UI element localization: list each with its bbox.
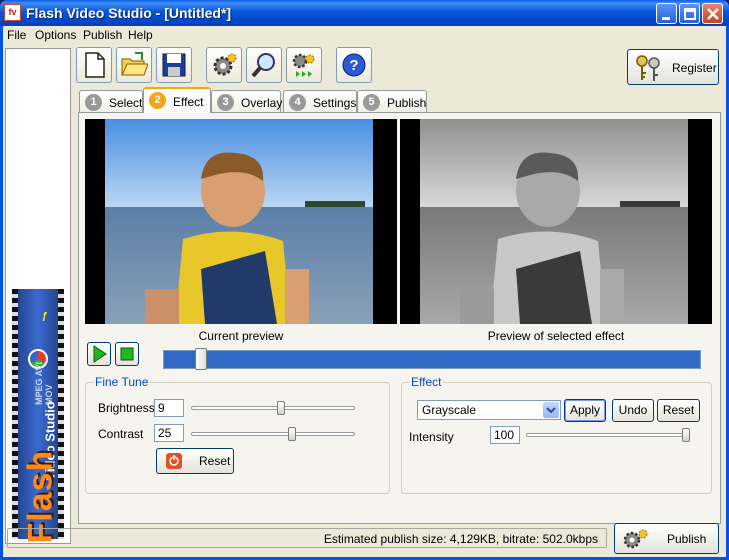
intensity-label: Intensity: [409, 430, 454, 444]
close-icon: [707, 8, 719, 20]
tab-number: 1: [85, 94, 102, 111]
menu-help[interactable]: Help: [128, 28, 153, 42]
intensity-slider[interactable]: [526, 433, 690, 437]
logo-title: Flash: [21, 449, 60, 544]
save-disk-icon: [162, 53, 186, 77]
app-window: fv Flash Video Studio - [Untitled*] File…: [0, 0, 729, 560]
tab-number: 4: [289, 94, 306, 111]
tab-publish[interactable]: 5 Publish: [357, 90, 427, 112]
publish-gears-icon: [623, 529, 648, 549]
minimize-button[interactable]: [656, 3, 677, 24]
current-preview-caption: Current preview: [198, 329, 284, 343]
new-file-icon: [85, 52, 105, 78]
tab-number: 2: [149, 92, 166, 109]
tab-label: Select: [109, 96, 143, 110]
side-logo-panel: ƒ MPEG AVI MOV Video Studio Flash: [5, 48, 71, 544]
window-title: Flash Video Studio - [Untitled*]: [26, 5, 232, 21]
brightness-slider-thumb[interactable]: [276, 401, 285, 415]
app-icon[interactable]: fv: [4, 4, 21, 21]
brightness-label: Brightness: [98, 401, 155, 415]
tab-effect[interactable]: 2 Effect: [143, 87, 211, 113]
contrast-input[interactable]: [154, 424, 184, 442]
menu-options[interactable]: Options: [35, 28, 76, 42]
seek-bar[interactable]: [163, 350, 701, 369]
fine-tune-reset-button[interactable]: Reset: [156, 448, 234, 474]
maximize-button[interactable]: [679, 3, 700, 24]
publish-toolbar-button[interactable]: [286, 47, 322, 83]
tab-label: Publish: [387, 96, 427, 110]
menu-file[interactable]: File: [7, 28, 26, 42]
publish-gears-icon: [292, 53, 315, 77]
settings-gear-icon: [213, 53, 237, 76]
minimize-icon: [662, 17, 670, 20]
seek-thumb[interactable]: [194, 348, 207, 370]
stop-icon: [120, 347, 134, 361]
register-button[interactable]: Register: [627, 49, 719, 85]
close-button[interactable]: [702, 3, 723, 24]
video-frame-grayscale: [420, 119, 688, 324]
stop-button[interactable]: [115, 342, 139, 366]
new-button[interactable]: [76, 47, 112, 83]
effect-select-value: Grayscale: [422, 403, 477, 417]
svg-text:?: ?: [349, 57, 358, 74]
menu-bar: File Options Publish Help: [3, 26, 726, 45]
tab-label: Settings: [313, 96, 357, 110]
tab-settings[interactable]: 4 Settings: [283, 90, 357, 112]
chevron-down-icon[interactable]: [543, 402, 559, 418]
tab-number: 3: [217, 94, 234, 111]
play-button[interactable]: [87, 342, 111, 366]
effect-group-title: Effect: [409, 375, 444, 389]
maximize-icon: [684, 8, 696, 20]
fine-tune-title: Fine Tune: [93, 375, 151, 389]
undo-button[interactable]: Undo: [612, 399, 654, 422]
preview-button[interactable]: [246, 47, 282, 83]
publish-estimate-text: Estimated publish size: 4,129KB, bitrate…: [323, 532, 598, 546]
register-label: Register: [672, 61, 717, 75]
effect-select[interactable]: Grayscale: [417, 400, 561, 420]
current-preview: [85, 119, 397, 324]
contrast-slider-thumb[interactable]: [287, 427, 296, 441]
tab-select[interactable]: 1 Select: [79, 90, 143, 112]
effect-preview-caption: Preview of selected effect: [487, 329, 625, 343]
reset-icon: [166, 453, 182, 469]
open-folder-icon: [121, 52, 148, 76]
tab-label: Effect: [173, 95, 204, 109]
effect-preview: [400, 119, 712, 324]
publish-button[interactable]: Publish: [614, 523, 719, 554]
menu-publish[interactable]: Publish: [83, 28, 122, 42]
help-button[interactable]: ?: [336, 47, 372, 83]
brightness-slider[interactable]: [191, 406, 355, 410]
window-client: File Options Publish Help ƒ MPEG AVI MOV…: [3, 26, 726, 557]
flash-f-icon: ƒ: [42, 311, 48, 322]
brightness-input[interactable]: [154, 399, 184, 417]
title-bar[interactable]: fv Flash Video Studio - [Untitled*]: [0, 0, 729, 26]
effect-reset-button[interactable]: Reset: [657, 399, 700, 422]
apply-button[interactable]: Apply: [564, 399, 606, 422]
tab-label: Overlay: [241, 96, 283, 110]
intensity-input[interactable]: [490, 426, 520, 444]
help-icon: ?: [342, 53, 366, 77]
contrast-slider[interactable]: [191, 432, 355, 436]
keys-icon: [636, 55, 660, 81]
video-frame-color: [105, 119, 373, 324]
reset-label: Reset: [199, 454, 231, 468]
settings-button[interactable]: [206, 47, 242, 83]
status-panel: Estimated publish size: 4,129KB, bitrate…: [7, 528, 607, 548]
publish-label: Publish: [667, 532, 707, 546]
save-button[interactable]: [156, 47, 192, 83]
contrast-label: Contrast: [98, 427, 144, 441]
tab-overlay[interactable]: 3 Overlay: [211, 90, 283, 112]
tab-number: 5: [363, 94, 380, 111]
search-magnifier-icon: [251, 53, 275, 78]
intensity-slider-thumb[interactable]: [682, 428, 690, 442]
play-icon: [93, 345, 107, 363]
open-button[interactable]: [116, 47, 152, 83]
